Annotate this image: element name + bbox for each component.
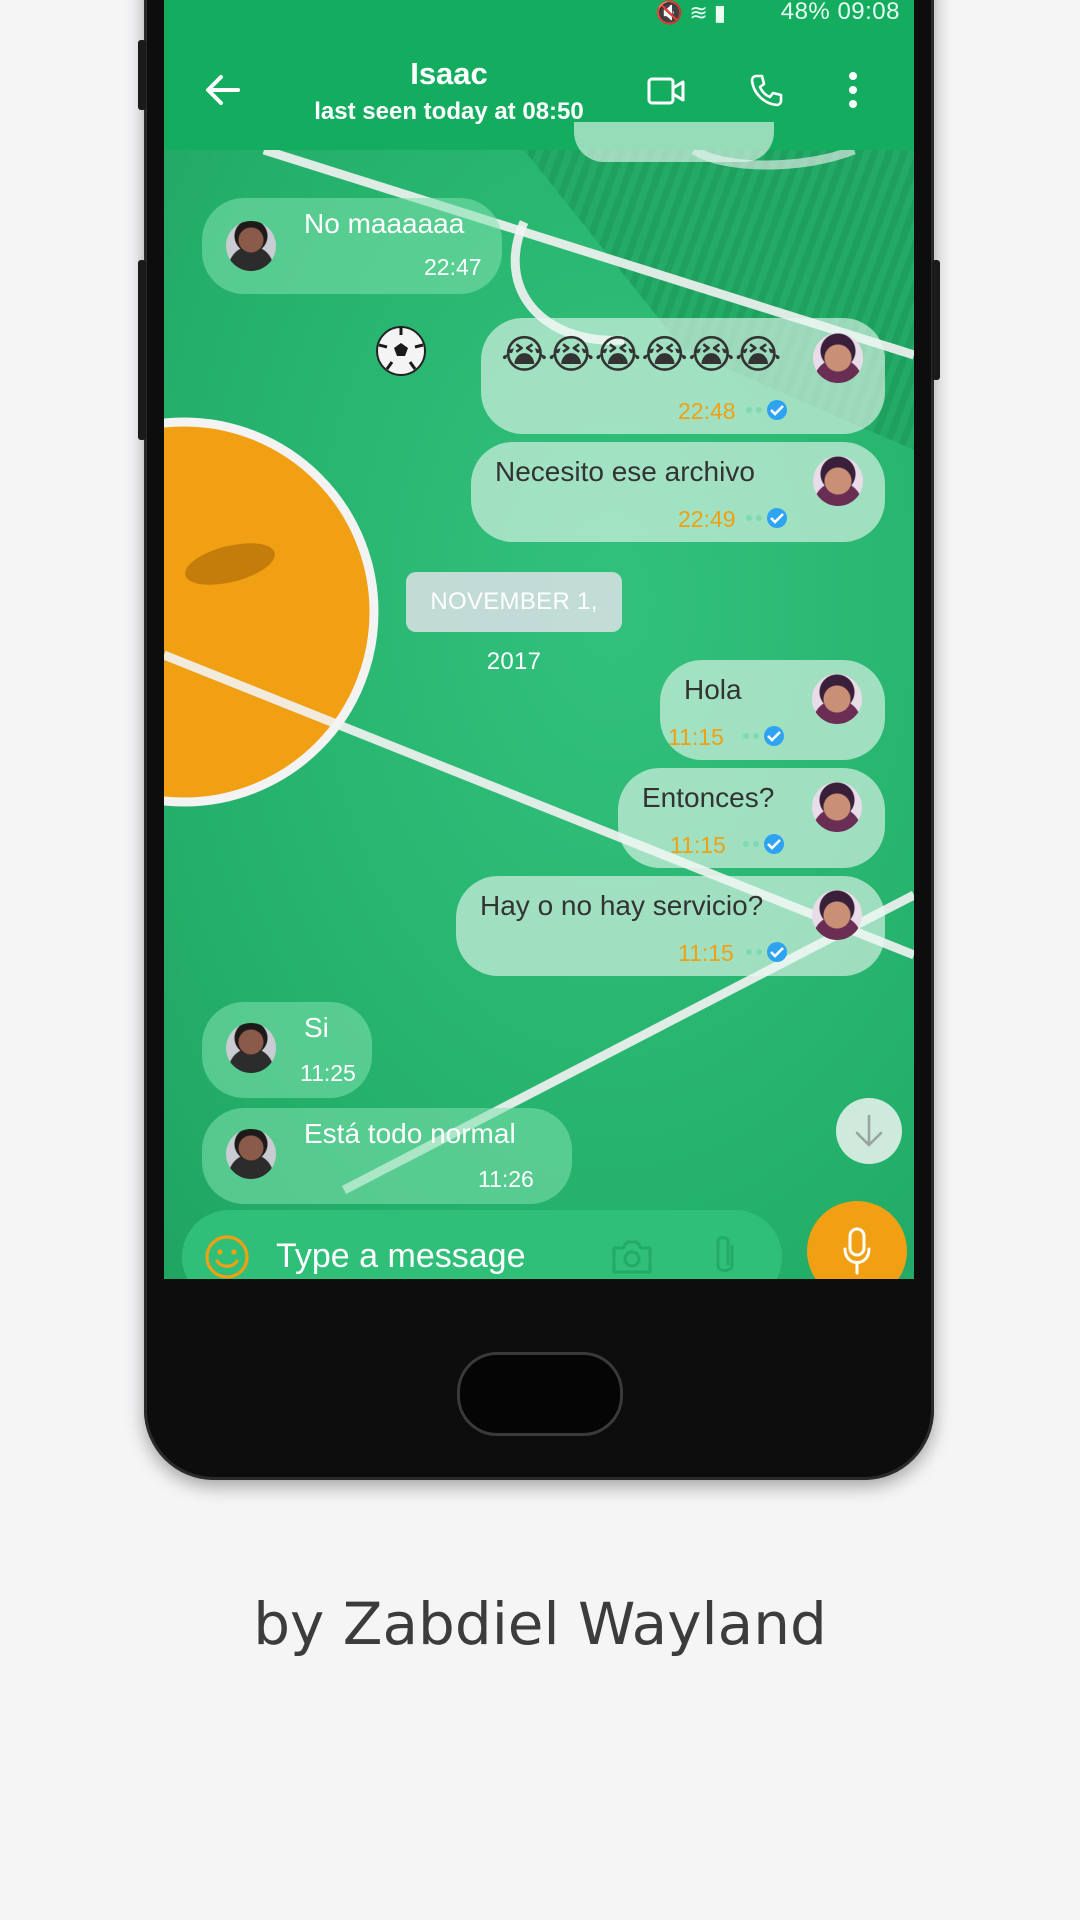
message-time: 11:26: [478, 1166, 534, 1192]
volume-button: [138, 40, 146, 110]
attach-icon[interactable]: [712, 1232, 738, 1278]
message-text: Hay o no hay servicio?: [480, 890, 764, 921]
power-button: [932, 260, 940, 380]
message-bubble-outgoing[interactable]: 😭😭😭😭😭😭 22:48: [481, 318, 885, 434]
read-receipt-icon: [746, 400, 787, 420]
message-text: No maaaaaa: [304, 208, 465, 239]
message-time: 11:15: [670, 832, 726, 858]
message-time: 22:47: [424, 254, 482, 280]
status-text: 48% 09:08: [780, 0, 900, 25]
message-time: 11:15: [678, 940, 734, 966]
phone-icon[interactable]: [748, 72, 784, 108]
message-bubble-outgoing[interactable]: Necesito ese archivo 22:49: [471, 442, 885, 542]
scroll-down-icon: [855, 1114, 883, 1147]
message-bubble-incoming[interactable]: No maaaaaa 22:47: [202, 198, 502, 294]
home-button[interactable]: [457, 1352, 623, 1436]
emoji-icon[interactable]: [204, 1234, 250, 1279]
contact-avatar[interactable]: [226, 1023, 276, 1073]
read-receipt-icon: [746, 942, 787, 962]
my-avatar: [812, 890, 862, 940]
my-avatar: [813, 456, 863, 506]
message-time: 11:25: [300, 1060, 356, 1086]
contact-avatar[interactable]: [226, 221, 276, 271]
message-text: Hola: [684, 674, 742, 705]
message-input[interactable]: Type a message: [276, 1237, 525, 1276]
video-call-icon[interactable]: [646, 74, 686, 108]
message-time: 11:15: [668, 724, 724, 750]
status-signal-icons: 🔇 ≋ ▮: [655, 0, 726, 25]
scroll-down-button[interactable]: [836, 1098, 902, 1164]
message-text: Necesito ese archivo: [495, 456, 755, 487]
date-divider: NOVEMBER 1, 2017: [406, 572, 622, 675]
message-text: Está todo normal: [304, 1118, 516, 1149]
mic-icon: [843, 1227, 871, 1275]
soccer-ball-icon: [376, 326, 426, 376]
camera-icon[interactable]: [610, 1238, 654, 1276]
message-time: 22:48: [678, 398, 736, 424]
message-input-bar[interactable]: Type a message: [182, 1210, 782, 1279]
chat-header: 🔇 ≋ ▮ 48% 09:08 Isaac last seen today at…: [164, 0, 914, 150]
read-receipt-icon: [743, 726, 784, 746]
message-text: Entonces?: [642, 782, 775, 813]
my-avatar: [812, 782, 862, 832]
chat-screen: 🔇 ≋ ▮ 48% 09:08 Isaac last seen today at…: [164, 0, 914, 1279]
message-bubble-outgoing[interactable]: Hay o no hay servicio? 11:15: [456, 876, 885, 976]
read-receipt-icon: [743, 834, 784, 854]
more-vert-icon[interactable]: [846, 70, 860, 110]
author-credit: by Zabdiel Wayland: [253, 1590, 827, 1658]
contact-avatar[interactable]: [226, 1129, 276, 1179]
my-avatar: [812, 674, 862, 724]
phone-frame: 🔇 ≋ ▮ 48% 09:08 Isaac last seen today at…: [138, 0, 940, 1480]
my-avatar: [813, 333, 863, 383]
read-receipt-icon: [746, 508, 787, 528]
status-bar: 🔇 ≋ ▮ 48% 09:08: [164, 0, 914, 30]
message-bubble-outgoing[interactable]: Entonces? 11:15: [618, 768, 885, 868]
message-text: 😭😭😭😭😭😭: [501, 333, 782, 377]
message-bubble-incoming[interactable]: Si 11:25: [202, 1002, 372, 1098]
side-button: [138, 260, 146, 440]
partial-message-bubble[interactable]: [574, 122, 774, 162]
message-bubble-incoming[interactable]: Está todo normal 11:26: [202, 1108, 572, 1204]
message-text: Si: [304, 1012, 329, 1043]
message-time: 22:49: [678, 506, 736, 532]
message-bubble-outgoing[interactable]: Hola 11:15: [660, 660, 885, 760]
